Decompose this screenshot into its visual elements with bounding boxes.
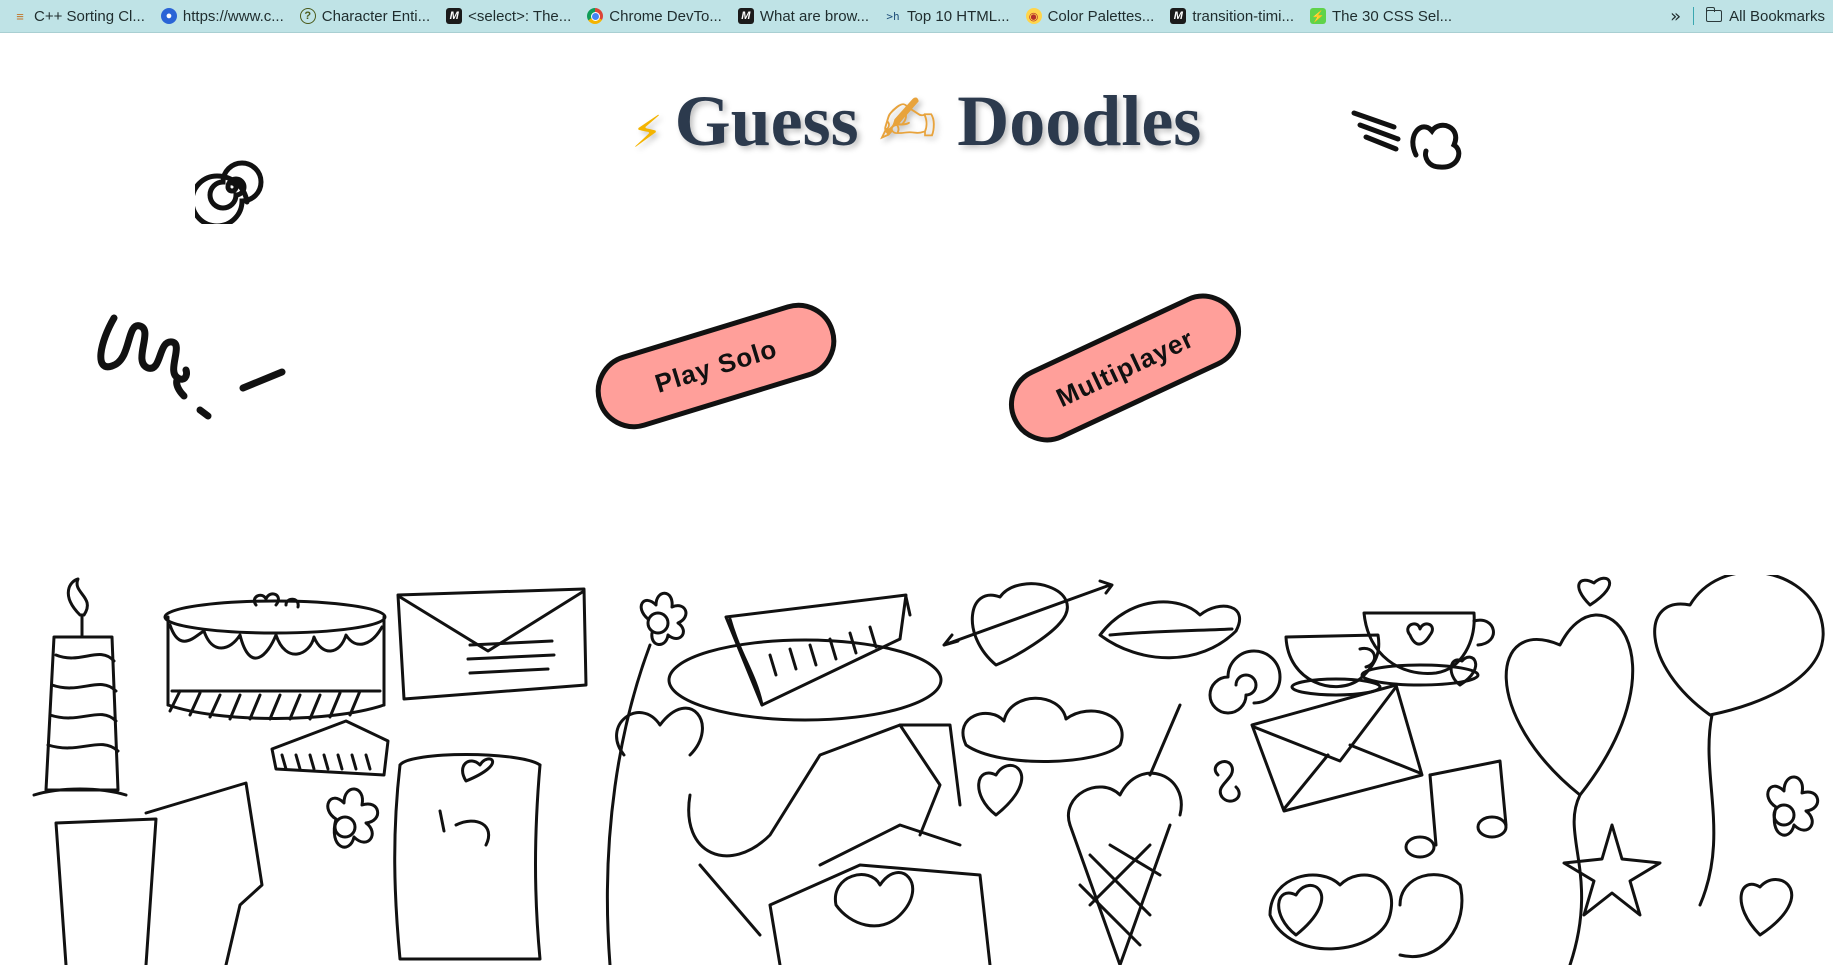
bookmark-item[interactable]: M What are brow... — [732, 4, 875, 28]
cake-slice-doodle — [667, 593, 943, 722]
bookmark-label: The 30 CSS Sel... — [1332, 7, 1453, 25]
page-title: ⚡ Guess ✍ Doodles — [0, 80, 1833, 163]
bookmark-item[interactable]: >h Top 10 HTML... — [879, 4, 1016, 28]
bookmark-label: Top 10 HTML... — [907, 7, 1010, 25]
ice-cream-doodle — [1066, 703, 1183, 965]
scroll-doodle — [393, 753, 542, 961]
bookmark-item[interactable]: M transition-timi... — [1164, 4, 1300, 28]
envelope-2-doodle — [1250, 683, 1424, 813]
envelope-doodle — [396, 587, 588, 701]
heart-arrow-doodle — [942, 579, 1114, 667]
title-word-guess: Guess — [674, 81, 859, 161]
bookmark-item[interactable]: Chrome DevTo... — [581, 4, 728, 28]
bookmark-item[interactable]: M <select>: The... — [440, 4, 577, 28]
bookmarks-divider — [1693, 7, 1695, 25]
mdn-icon: M — [446, 8, 463, 24]
all-bookmarks-button[interactable]: All Bookmarks — [1705, 7, 1825, 25]
lightning-icon: ⚡ — [631, 106, 663, 158]
bird-doodle — [1268, 873, 1464, 958]
play-solo-button[interactable]: Play Solo — [586, 293, 846, 439]
doodle-illustration — [32, 575, 1825, 965]
bookmark-label: transition-timi... — [1192, 7, 1295, 25]
question-icon: ? — [299, 8, 316, 24]
bookmark-label: Chrome DevTo... — [609, 7, 722, 25]
globe-icon: ● — [160, 8, 177, 24]
writing-hand-icon: ✍ — [878, 80, 938, 162]
all-bookmarks-label: All Bookmarks — [1729, 7, 1825, 25]
title-word-doodles: Doodles — [957, 81, 1202, 161]
squiggle-doodle — [97, 314, 286, 420]
box-doodle — [768, 823, 992, 965]
cake-doodle — [163, 592, 387, 721]
glasses-doodle — [54, 781, 264, 965]
terminal-icon: >h — [886, 9, 900, 23]
bookmark-item[interactable]: ≡ C++ Sorting Cl... — [6, 4, 151, 28]
swirl-doodle — [1208, 649, 1282, 803]
cheese-doodle — [270, 719, 390, 777]
spiral-doodle — [195, 160, 264, 224]
bookmark-label: Color Palettes... — [1047, 7, 1155, 25]
bookmark-label: Character Enti... — [321, 7, 431, 25]
bookmark-label: What are brow... — [759, 7, 870, 25]
lips-doodle — [1098, 600, 1242, 660]
bookmark-label: <select>: The... — [468, 7, 572, 25]
candle-doodle — [32, 577, 128, 797]
chrome-icon — [587, 8, 604, 24]
bookmark-item[interactable]: ◉ Color Palettes... — [1020, 4, 1161, 28]
chevron-double-right-icon[interactable]: » — [1670, 6, 1681, 27]
wind-heart-doodle — [1351, 110, 1462, 170]
multiplayer-button[interactable]: Multiplayer — [996, 281, 1254, 455]
owl-icon: ◉ — [1025, 8, 1042, 24]
mdn-icon: M — [737, 8, 754, 24]
flower-doodle — [605, 591, 704, 965]
bookmark-item[interactable]: ⚡ The 30 CSS Sel... — [1304, 4, 1458, 28]
stack-icon: ≡ — [16, 8, 24, 24]
bookmarks-bar: ≡ C++ Sorting Cl... ● https://www.c... ?… — [0, 0, 1833, 33]
starfish-doodle — [1562, 823, 1662, 917]
bookmark-item[interactable]: ? Character Enti... — [294, 4, 436, 28]
bookmark-label: https://www.c... — [182, 7, 284, 25]
bookmark-label: C++ Sorting Cl... — [34, 7, 145, 25]
folder-icon — [1705, 7, 1723, 22]
heart-balloon-doodle — [1504, 575, 1825, 965]
bookmark-item[interactable]: ● https://www.c... — [155, 4, 290, 28]
mdn-icon: M — [1170, 8, 1187, 24]
bolt-icon: ⚡ — [1310, 8, 1327, 24]
cloud-doodle — [961, 696, 1124, 763]
